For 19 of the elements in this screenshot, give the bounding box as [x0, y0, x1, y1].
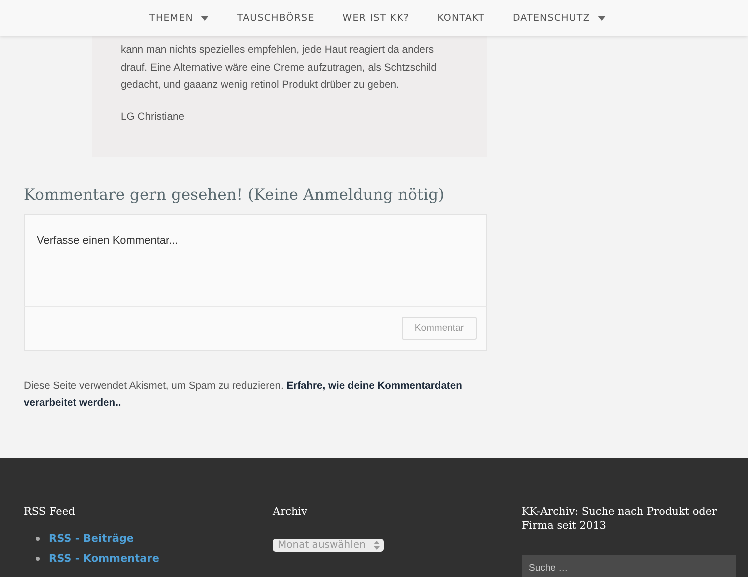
widget-title: RSS Feed: [24, 505, 76, 519]
rss-link[interactable]: RSS - Kommentare: [49, 553, 160, 565]
nav-link[interactable]: KONTAKT: [438, 12, 485, 24]
search-field[interactable]: Suche …: [522, 555, 736, 577]
comment-text: LG Christiane: [121, 110, 186, 124]
comment-text: kann man nichts spezielles empfehlen, jede Haut reagiert da anders drauf. Eine Alternative wäre eine Creme aufzutragen, als Schtzschild gedacht, und gaaanz wenig retinol Produkt drüber zu geben.: [121, 44, 438, 93]
comment-field[interactable]: Verfasse einen Kommentar...: [24, 214, 487, 307]
widget-title: Archiv: [273, 505, 309, 519]
comments-heading: Kommentare gern gesehen! (Keine Anmeldung nötig): [24, 186, 446, 204]
rss-link[interactable]: RSS - Beiträge: [49, 533, 134, 545]
nav-link[interactable]: THEMEN: [150, 12, 210, 24]
bullet-icon: [36, 557, 40, 561]
akismet-notice: Diese Seite verwendet Akismet, um Spam zu reduzieren. Erfahre, wie deine Kommentardaten verarbeitet werden..: [24, 380, 464, 411]
stepper-icon: [374, 541, 380, 550]
bullet-icon: [36, 537, 40, 541]
nav-link[interactable]: WER IST KK?: [342, 12, 410, 24]
widget-title: KK-Archiv: Suche nach Produkt oder Firma seit 2013: [522, 505, 718, 533]
nav-link[interactable]: TAUSCHBÖRSE: [237, 12, 315, 24]
nav-link[interactable]: DATENSCHUTZ: [512, 12, 606, 24]
